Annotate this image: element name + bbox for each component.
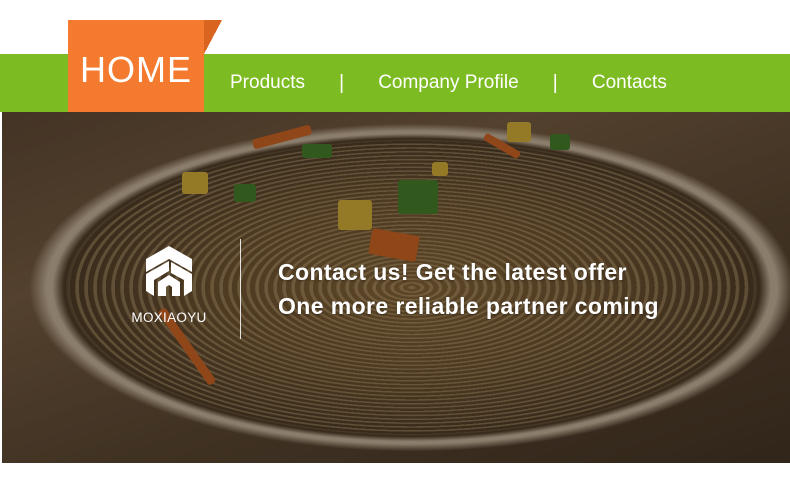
promo-line-1: Contact us! Get the latest offer [278,259,627,285]
promo-text: Contact us! Get the latest offer One mor… [278,255,659,323]
brand-logo: MOXIAOYU [118,244,220,330]
promo-line-2: One more reliable partner coming [278,293,659,319]
home-tab[interactable]: HOME [68,20,204,112]
home-tab-label: HOME [80,49,192,90]
nav-links: Products | Company Profile | Contacts [230,54,667,112]
home-tab-fold [204,20,222,54]
nav-separator: | [338,71,345,94]
vertical-divider [240,239,241,339]
nav-link-contacts[interactable]: Contacts [592,72,667,94]
nav-separator: | [552,71,558,94]
nav-link-company-profile[interactable]: Company Profile [378,72,518,94]
page: Products | Company Profile | Contacts HO… [0,0,790,492]
moxiaoyu-logo-icon [146,246,192,296]
brand-name: MOXIAOYU [131,310,207,325]
nav-link-products[interactable]: Products [230,72,305,94]
